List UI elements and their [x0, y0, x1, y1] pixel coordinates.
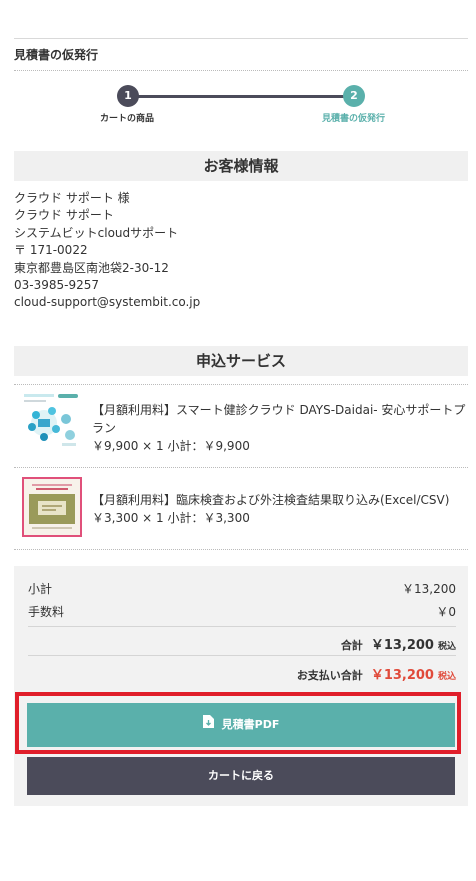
customer-name: クラウド サポート 様 [14, 191, 130, 205]
total-row: 合計 ￥13,200 税込 [341, 634, 456, 653]
page: 見積書の仮発行 1 2 カートの商品 見積書の仮発行 お客様情報 クラウド サポ… [0, 0, 476, 881]
services-item-divider [14, 467, 468, 468]
service-2-price: ￥3,300 × 1 小計：￥3,300 [92, 511, 250, 525]
customer-phone: 03-3985-9257 [14, 278, 100, 293]
customer-contact: クラウド サポート [14, 208, 114, 223]
subtotal-label: 小計 [28, 582, 53, 596]
payment-total-label: お支払い合計 [296, 669, 363, 682]
total-label: 合計 [340, 639, 363, 652]
summary-divider-2 [28, 655, 456, 656]
services-end-divider [14, 549, 468, 550]
services-divider [14, 384, 468, 385]
service-2-name: 【月額利用料】臨床検査および外注検査結果取り込み(Excel/CSV) [92, 493, 450, 507]
title-divider [14, 70, 468, 71]
fee-label: 手数料 [28, 605, 65, 619]
service-1-info: 【月額利用料】スマート健診クラウド DAYS-Daidai- 安心サポートプラン… [92, 401, 470, 455]
service-2-info: 【月額利用料】臨床検査および外注検査結果取り込み(Excel/CSV) ￥3,3… [92, 491, 470, 527]
fee-value: ￥0 [436, 605, 456, 619]
customer-address: 東京都豊島区南池袋2-30-12 [14, 260, 169, 275]
total-value: ￥13,200 [370, 638, 434, 653]
subtotal-value: ￥13,200 [402, 582, 456, 596]
summary-divider [28, 626, 456, 627]
payment-total-tax: 税込 [437, 672, 456, 682]
step-2-circle: 2 [343, 85, 365, 107]
step-1-label: カートの商品 [100, 114, 155, 124]
customer-email: cloud-support@systembit.co.jp [14, 295, 201, 310]
customer-info-heading: お客様情報 [14, 151, 468, 181]
page-title: 見積書の仮発行 [14, 48, 99, 62]
customer-postal: 〒 171-0022 [14, 243, 88, 258]
top-divider [14, 38, 468, 39]
service-1-thumbnail [22, 393, 80, 451]
estimate-pdf-button[interactable]: 見積書PDF [27, 703, 455, 747]
step-1-circle: 1 [117, 85, 139, 107]
customer-info: クラウド サポート 様 クラウド サポート システムビットcloudサポート 〒… [14, 190, 200, 312]
total-tax: 税込 [437, 642, 456, 652]
stepper-line [128, 95, 352, 98]
file-download-icon [202, 703, 214, 747]
estimate-pdf-label: 見積書PDF [221, 718, 280, 731]
back-to-cart-button[interactable]: カートに戻る [27, 757, 455, 795]
payment-total-value: ￥13,200 [370, 668, 434, 683]
step-2-label: 見積書の仮発行 [322, 114, 386, 124]
customer-company: システムビットcloudサポート [14, 225, 179, 240]
service-2-thumbnail [22, 477, 82, 537]
payment-total-row: お支払い合計 ￥13,200 税込 [297, 664, 456, 683]
service-1-price: ￥9,900 × 1 小計：￥9,900 [92, 439, 250, 453]
services-heading: 申込サービス [14, 346, 468, 376]
service-1-name: 【月額利用料】スマート健診クラウド DAYS-Daidai- 安心サポートプラン [92, 403, 466, 435]
